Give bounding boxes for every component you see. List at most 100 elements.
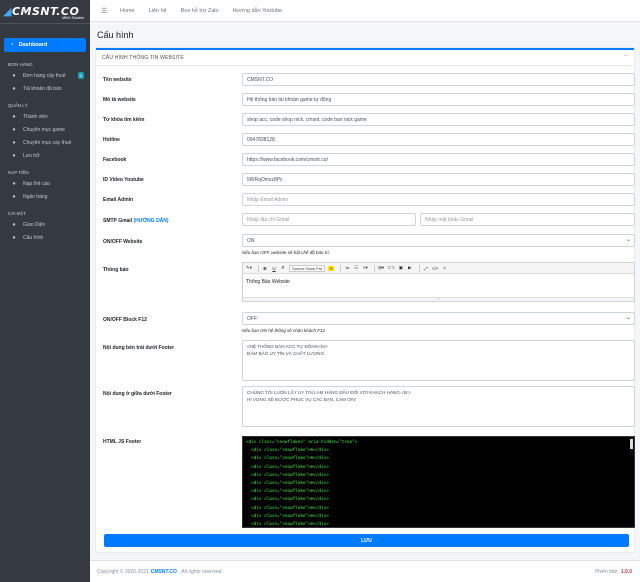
sidebar-item[interactable]: ● Đơn hàng cày thuê 0	[0, 69, 90, 82]
code-line: <div class="snowflake">❄</div>	[246, 497, 329, 503]
sidebar-item-label: Chuyên mục cày thuê	[23, 139, 72, 146]
sidebar-header: CÀI ĐẶT	[8, 211, 26, 216]
sidebar-item-label: Đơn hàng cày thuê	[23, 72, 66, 79]
underline-icon[interactable]: U	[271, 266, 277, 271]
nav-zalo[interactable]: Box hỗ trợ Zalo	[181, 8, 219, 14]
sidebar-item[interactable]: ● Tài khoản đã bán	[0, 82, 90, 95]
sidebar-item-label: Ngân hàng	[23, 193, 48, 200]
code-line: <div class="snowflake">❄</div>	[246, 456, 329, 462]
video-icon[interactable]: ▶	[407, 265, 413, 271]
website-status-help: Nếu bạn OFF, website sẽ bật chế độ bảo t…	[242, 250, 330, 255]
brand[interactable]: ◢CMSNT.CO MMO Solution	[0, 0, 90, 24]
card-icon: ●	[12, 180, 16, 187]
smtp-guide-link[interactable]: (HƯỚNG DẪN)	[133, 218, 168, 224]
fullscreen-icon[interactable]: ⤢	[423, 266, 429, 271]
code-line: <div class="snowflake">❄</div>	[246, 489, 329, 495]
nav-contact[interactable]: Liên hệ	[149, 8, 167, 14]
save-button[interactable]: LƯU	[104, 534, 629, 547]
sidebar-item-label: Tài khoản đã bán	[23, 85, 62, 92]
admin-email-input[interactable]: Nhập Email Admin	[242, 193, 635, 206]
font-family-select[interactable]: Source Sans Pro	[289, 264, 326, 272]
editor-resize-handle[interactable]: ═	[243, 297, 634, 301]
text-color-icon[interactable]: A	[328, 265, 335, 271]
folder-icon: ●	[12, 139, 16, 146]
sidebar-item[interactable]: ● Thành viên	[0, 110, 90, 123]
sidebar-item[interactable]: ● Chuyên mục cày thuê	[0, 136, 90, 149]
sidebar-header: NẠP TIỀN	[8, 170, 29, 175]
gear-icon: ●	[12, 234, 16, 241]
code-line: <div class="snowflake">❄</div>	[246, 464, 329, 470]
footer-middle-textarea[interactable]: CHÚNG TÔI LUÔN LẤY UY TÍN LÀM HÀNG ĐẦU Đ…	[242, 386, 635, 427]
collapse-icon[interactable]: −	[624, 53, 628, 60]
smtp-password-input[interactable]: Nhập mật khẩu Gmail	[420, 213, 635, 226]
magic-icon[interactable]: ✎▾	[246, 265, 252, 271]
sidebar-item[interactable]: ● Ngân hàng	[0, 190, 90, 203]
sidebar-item-dashboard[interactable]: ◔ Dashboard	[4, 38, 86, 52]
chart-icon: ●	[12, 152, 16, 159]
hamburger-menu-icon[interactable]: ☰	[101, 7, 111, 15]
sidebar-item[interactable]: ● Lưu trữ	[0, 149, 90, 162]
link-icon[interactable]: ⊂⊃	[387, 265, 395, 271]
code-line: <div class="snowflakes" aria-hidden="tru…	[246, 440, 358, 445]
help-icon[interactable]: ?	[441, 266, 447, 271]
paragraph-icon[interactable]: ≡▾	[362, 265, 368, 271]
youtube-id-input[interactable]: 5WRqOmxz8Pc	[242, 173, 635, 186]
js-footer-code-editor[interactable]: <div class="snowflakes" aria-hidden="tru…	[242, 436, 635, 528]
sidebar-item[interactable]: ● Nạp thẻ cào	[0, 177, 90, 190]
website-title-input[interactable]: CMSNT.CO	[242, 73, 635, 86]
bank-icon: ●	[12, 193, 16, 200]
table-icon[interactable]: ⊞▾	[378, 265, 384, 271]
sidebar-item-label: Nạp thẻ cào	[23, 180, 50, 187]
sidebar-item-label: Thành viên	[23, 113, 48, 120]
code-line: <div class="snowflake">❄</div>	[246, 505, 329, 511]
ordered-list-icon[interactable]: ☷	[353, 265, 359, 271]
block-f12-select[interactable]: OFF	[242, 312, 635, 325]
code-line: <div class="snowflake">❄</div>	[246, 513, 329, 519]
facebook-input[interactable]: https://www.facebook.com/cmsnt.co/	[242, 153, 635, 166]
sidebar-item-label: Chuyên mục game	[23, 126, 65, 133]
code-line: <div class="snowflake">❄</div>	[246, 472, 329, 478]
unordered-list-icon[interactable]: ≔	[344, 265, 350, 271]
footer-left-textarea[interactable]: <HỆ THỐNG BÁN ACC TỰ ĐỘNG<br> ĐẢM BẢO UY…	[242, 340, 635, 381]
bold-icon[interactable]: B	[262, 266, 268, 271]
brand-subtitle: MMO Solution	[62, 16, 85, 20]
sidebar-item[interactable]: ● Cấu hình	[0, 231, 90, 244]
users-icon: ●	[12, 113, 16, 120]
editor-toolbar: ✎▾ B U ✗ Source Sans Pro A ≔ ☷ ≡▾ ⊞▾ ⊂⊃ …	[243, 263, 634, 274]
hotline-input[interactable]: 0947838128	[242, 133, 635, 146]
code-view-icon[interactable]: </>	[432, 266, 439, 271]
page-footer: Copyright © 2020-2021 CMSNT.CO . All rig…	[90, 560, 640, 582]
notice-editor-body[interactable]: Thông Báo Website	[243, 274, 634, 290]
folder-icon: ●	[12, 126, 16, 133]
code-scrollbar[interactable]	[630, 439, 633, 449]
sidebar-header: QUẢN LÝ	[8, 103, 28, 108]
dashboard-icon: ◔	[10, 42, 14, 48]
sidebar-item-label: Lưu trữ	[23, 152, 40, 159]
code-line: <div class="snowflake">❄</div>	[246, 522, 329, 528]
picture-icon[interactable]: ▣	[398, 265, 404, 271]
notice-editor[interactable]: ✎▾ B U ✗ Source Sans Pro A ≔ ☷ ≡▾ ⊞▾ ⊂⊃ …	[242, 262, 635, 302]
image-icon: ●	[12, 221, 16, 228]
footer-brand-link[interactable]: CMSNT.CO	[151, 569, 177, 575]
keywords-input[interactable]: shop acc, code shop nick, cmsnt, code ba…	[242, 113, 635, 126]
sidebar-item-label: Giao Diện	[23, 221, 46, 228]
sidebar-item-label: Cấu hình	[23, 234, 44, 241]
website-description-input[interactable]: Hệ thống bán tài khoản game tự động	[242, 93, 635, 106]
cart-icon: ●	[12, 72, 16, 79]
card-header: CẤU HÌNH THÔNG TIN WEBSITE −	[96, 50, 634, 66]
top-navbar: ☰ Home Liên hệ Box hỗ trợ Zalo Hướng dẫn…	[90, 0, 640, 22]
sidebar: ◢CMSNT.CO MMO Solution ◔ Dashboard ĐƠN H…	[0, 0, 90, 582]
code-line: <div class="snowflake">❄</div>	[246, 481, 329, 487]
version-info: Phiên bản 1.0.0	[594, 568, 632, 575]
sidebar-item[interactable]: ● Giao Diện	[0, 218, 90, 231]
sidebar-item[interactable]: ● Chuyên mục game	[0, 123, 90, 136]
nav-home[interactable]: Home	[120, 8, 135, 14]
settings-card: CẤU HÌNH THÔNG TIN WEBSITE − Tên website…	[96, 48, 635, 552]
page-title: Cấu hình	[97, 30, 134, 40]
website-status-select[interactable]: ON	[242, 234, 635, 247]
nav-youtube-guide[interactable]: Hướng dẫn Youtube	[233, 8, 283, 14]
smtp-gmail-input[interactable]: Nhập địa chỉ Gmail	[242, 213, 416, 226]
sidebar-header: ĐƠN HÀNG	[8, 62, 33, 67]
clear-format-icon[interactable]: ✗	[280, 265, 286, 271]
count-badge: 0	[77, 72, 84, 79]
